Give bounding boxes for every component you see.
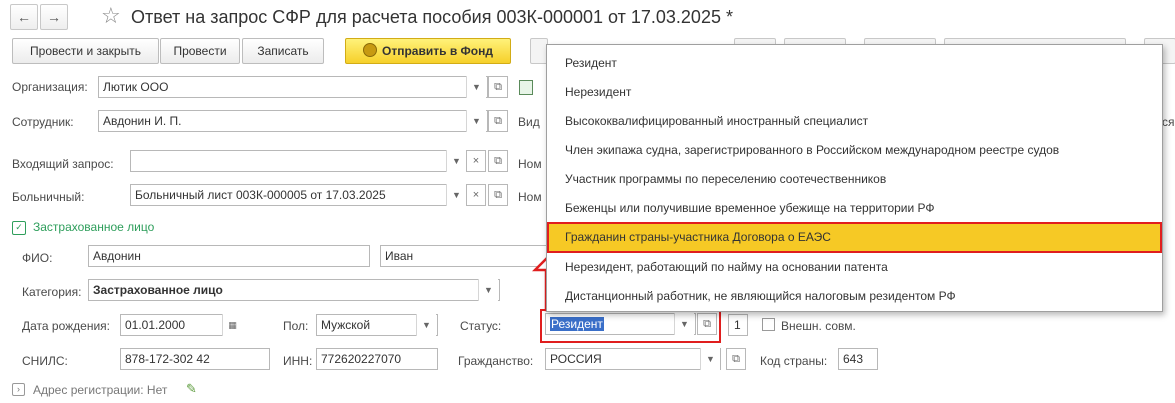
arrow-left-icon: ← (17, 9, 31, 25)
last-name-field[interactable]: Авдонин (88, 245, 370, 267)
calendar-icon: ▦ (228, 320, 237, 330)
send-to-fund-button[interactable]: Отправить в Фонд (345, 38, 511, 64)
open-icon: ⧉ (494, 155, 502, 167)
employee-open-button[interactable]: ⧉ (488, 110, 508, 132)
open-icon: ⧉ (494, 115, 502, 127)
clear-icon: × (472, 155, 480, 167)
chevron-down-icon: ▼ (452, 156, 461, 166)
sick-leave-dropdown-button[interactable]: ▼ (446, 184, 466, 206)
external-label: Внешн. совм. (781, 319, 856, 333)
favorite-star-icon[interactable]: ☆ (101, 3, 121, 29)
status-label: Статус: (460, 319, 502, 333)
arrow-right-icon: → (47, 9, 61, 25)
employee-field[interactable]: Авдонин И. П. (98, 110, 488, 132)
citizenship-open-button[interactable]: ⧉ (726, 348, 746, 370)
snils-field[interactable]: 878-172-302 42 (120, 348, 270, 370)
send-to-fund-label: Отправить в Фонд (382, 44, 493, 58)
snils-label: СНИЛС: (22, 354, 68, 368)
right-edge-text: ся (1162, 115, 1175, 129)
birth-date-label: Дата рождения: (22, 319, 110, 333)
status-option-eaeu-citizen[interactable]: Гражданин страны-участника Договора о ЕА… (547, 222, 1162, 253)
employee-dropdown-button[interactable]: ▼ (466, 110, 486, 132)
chevron-down-icon: ▼ (452, 190, 461, 200)
insured-group-toggle[interactable]: ✓ (12, 221, 26, 235)
status-open-button[interactable]: ⧉ (697, 313, 717, 335)
chevron-down-icon: ▼ (472, 82, 481, 92)
status-option-ship-crew[interactable]: Член экипажа судна, зарегистрированного … (547, 136, 1162, 164)
sick-leave-label: Больничный: (12, 190, 85, 204)
country-code-field[interactable]: 643 (838, 348, 878, 370)
pencil-icon[interactable]: ✎ (186, 381, 197, 397)
incoming-request-field[interactable] (130, 150, 466, 172)
insured-group-title[interactable]: Застрахованное лицо (33, 219, 154, 235)
incoming-request-dropdown-button[interactable]: ▼ (446, 150, 466, 172)
status-dropdown-button[interactable]: ▼ (674, 313, 694, 335)
status-dropdown-list: Резидент Нерезидент Высококвалифицирован… (546, 44, 1163, 312)
write-button[interactable]: Записать (242, 38, 324, 64)
incoming-request-label: Входящий запрос: (12, 157, 114, 171)
status-option-patent-nonresident[interactable]: Нерезидент, работающий по найму на основ… (547, 253, 1162, 281)
external-checkbox[interactable] (762, 318, 775, 331)
category-dropdown-button[interactable]: ▼ (478, 279, 498, 301)
status-option-remote-worker[interactable]: Дистанционный работник, не являющийся на… (547, 282, 1162, 310)
org-field[interactable]: Лютик ООО (98, 76, 488, 98)
sick-leave-clear-button[interactable]: × (466, 184, 486, 206)
fio-label: ФИО: (22, 251, 53, 265)
org-open-button[interactable]: ⧉ (488, 76, 508, 98)
back-button[interactable]: ← (10, 4, 38, 30)
open-icon: ⧉ (703, 318, 711, 330)
sick-leave-open-button[interactable]: ⧉ (488, 184, 508, 206)
inn-label: ИНН: (283, 354, 313, 368)
incoming-request-clear-button[interactable]: × (466, 150, 486, 172)
citizenship-field[interactable]: РОССИЯ (545, 348, 721, 370)
status-selected-text: Резидент (550, 317, 604, 331)
status-option-refugee[interactable]: Беженцы или получившие временное убежище… (547, 194, 1162, 222)
document-icon[interactable] (519, 80, 533, 95)
open-icon: ⧉ (494, 81, 502, 93)
chevron-down-icon: ▼ (422, 320, 431, 330)
citizenship-label: Гражданство: (458, 354, 534, 368)
open-icon: ⧉ (494, 189, 502, 201)
chevron-right-icon[interactable]: › (12, 383, 25, 396)
chevron-down-icon: ✓ (15, 222, 23, 232)
status-option-nonresident[interactable]: Нерезидент (547, 78, 1162, 106)
type-label: Вид (518, 115, 540, 129)
country-code-label: Код страны: (760, 354, 828, 368)
inn-field[interactable]: 772620227070 (316, 348, 438, 370)
post-button[interactable]: Провести (160, 38, 240, 64)
employee-label: Сотрудник: (12, 115, 74, 129)
citizenship-dropdown-button[interactable]: ▼ (700, 348, 720, 370)
number-label-2: Ном (518, 190, 542, 204)
status-option-resident[interactable]: Резидент (547, 49, 1162, 77)
org-label: Организация: (12, 80, 88, 94)
incoming-request-open-button[interactable]: ⧉ (488, 150, 508, 172)
post-and-close-button[interactable]: Провести и закрыть (12, 38, 159, 64)
status-count-field[interactable]: 1 (728, 314, 748, 336)
chevron-down-icon: ▼ (484, 285, 493, 295)
status-option-resettlement[interactable]: Участник программы по переселению соотеч… (547, 165, 1162, 193)
category-field[interactable]: Застрахованное лицо (88, 279, 500, 301)
number-label-1: Ном (518, 157, 542, 171)
sex-label: Пол: (283, 319, 309, 333)
chevron-down-icon: ▼ (706, 354, 715, 364)
clear-icon: × (472, 189, 480, 201)
first-name-field[interactable]: Иван (380, 245, 546, 267)
sex-dropdown-button[interactable]: ▼ (416, 314, 436, 336)
open-icon: ⧉ (732, 353, 740, 365)
category-label: Категория: (22, 285, 82, 299)
chevron-down-icon: ▼ (680, 319, 689, 329)
forward-button[interactable]: → (40, 4, 68, 30)
sick-leave-field[interactable]: Больничный лист 003К-000005 от 17.03.202… (130, 184, 466, 206)
window-title: Ответ на запрос СФР для расчета пособия … (131, 7, 733, 27)
calendar-button[interactable]: ▦ (222, 314, 242, 336)
coin-icon (363, 43, 378, 57)
status-option-hq-specialist[interactable]: Высококвалифицированный иностранный спец… (547, 107, 1162, 135)
org-dropdown-button[interactable]: ▼ (466, 76, 486, 98)
chevron-down-icon: ▼ (472, 116, 481, 126)
address-label[interactable]: Адрес регистрации: Нет (33, 382, 167, 398)
